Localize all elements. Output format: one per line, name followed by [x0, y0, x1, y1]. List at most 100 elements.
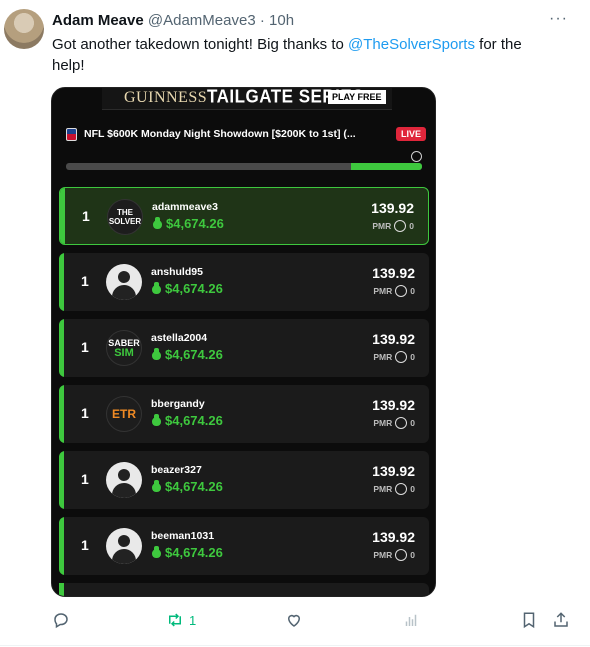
contest-progress-bar: [66, 151, 422, 170]
pmr: PMR 0: [372, 220, 414, 232]
etr-logo-avatar: ETR: [106, 396, 142, 432]
pmr-label: PMR: [373, 484, 393, 494]
sabersim-logo: SABER SIM: [108, 338, 140, 359]
pmr-label: PMR: [373, 550, 393, 560]
heart-icon[interactable]: [285, 610, 303, 630]
rank: 1: [81, 339, 89, 355]
default-avatar-icon: [106, 528, 142, 564]
leaderboard-row: 1 ETR bbergandy $4,674.26 139.92 PMR 0: [59, 385, 429, 443]
money-bag-icon: [151, 348, 161, 360]
sponsor-banner: GUINNESS TAILGATE SERIES PLAY FREE: [102, 88, 392, 110]
leaderboard-row: 1 THE SOLVER adammeave3 $4,674.26 139.92…: [59, 187, 429, 245]
pmr-value: 0: [410, 352, 415, 362]
money-bag-icon: [151, 282, 161, 294]
pmr-value: 0: [410, 418, 415, 428]
prize: $4,674.26: [152, 216, 224, 231]
prize-amount: $4,674.26: [165, 545, 223, 560]
separator: ·: [259, 12, 265, 29]
more-icon[interactable]: ···: [549, 10, 568, 28]
prize: $4,674.26: [151, 545, 223, 560]
score: 139.92: [372, 331, 415, 347]
nfl-shield-icon: [66, 128, 77, 141]
thesolver-logo-text: THE SOLVER: [108, 208, 142, 226]
pmr: PMR 0: [373, 417, 415, 429]
username: beeman1031: [151, 530, 215, 542]
rank: 1: [82, 208, 90, 224]
prize: $4,674.26: [151, 413, 223, 428]
retweet-icon: [169, 613, 181, 627]
retweet-button[interactable]: 1: [166, 610, 196, 630]
rank: 1: [81, 405, 89, 421]
pmr-value: 0: [410, 484, 415, 494]
score: 139.92: [371, 200, 414, 216]
prize-amount: $4,674.26: [165, 479, 223, 494]
pmr: PMR 0: [373, 285, 415, 297]
tweet-time[interactable]: 10h: [269, 12, 294, 29]
leaderboard-row: 1 beeman1031 $4,674.26 139.92 PMR 0: [59, 517, 429, 575]
pmr: PMR 0: [373, 549, 415, 561]
rank: 1: [81, 471, 89, 487]
mention-link[interactable]: @TheSolverSports: [348, 36, 475, 53]
username: bbergandy: [151, 398, 205, 410]
leaderboard-row: 1 beazer327 $4,674.26 139.92 PMR 0: [59, 451, 429, 509]
prize-amount: $4,674.26: [165, 347, 223, 362]
pmr-label: PMR: [373, 418, 393, 428]
prize: $4,674.26: [151, 347, 223, 362]
live-badge: LIVE: [395, 127, 426, 141]
rank: 1: [81, 273, 89, 289]
sabersim-logo-avatar: SABER SIM: [106, 330, 142, 366]
contest-title: NFL $600K Monday Night Showdown [$200K t…: [84, 128, 356, 140]
author-avatar[interactable]: [4, 9, 44, 49]
prize-amount: $4,674.26: [166, 216, 224, 231]
prize: $4,674.26: [151, 479, 223, 494]
username: beazer327: [151, 464, 202, 476]
default-avatar-icon: [106, 264, 142, 300]
username: astella2004: [151, 332, 208, 344]
progress-indicator-icon: [411, 151, 422, 162]
tweet-text: Got another takedown tonight! Big thanks…: [52, 34, 552, 76]
author-handle[interactable]: @AdamMeave3: [148, 12, 256, 29]
score: 139.92: [372, 463, 415, 479]
leaderboard-row: 1 anshuld95 $4,674.26 139.92 PMR 0: [59, 253, 429, 311]
pmr-label: PMR: [372, 221, 392, 231]
leaderboard-row-partial: [59, 583, 429, 596]
author-name[interactable]: Adam Meave: [52, 12, 144, 29]
username: anshuld95: [151, 266, 203, 278]
bookmark-icon[interactable]: [520, 610, 538, 630]
money-bag-icon: [151, 414, 161, 426]
banner-brand: GUINNESS: [124, 89, 208, 106]
sabersim-logo-line2: SIM: [114, 347, 134, 359]
divider: [0, 645, 590, 646]
tweet-image[interactable]: GUINNESS TAILGATE SERIES PLAY FREE NFL $…: [51, 87, 436, 597]
money-bag-icon: [152, 217, 162, 229]
prize-amount: $4,674.26: [165, 281, 223, 296]
tweet[interactable]: Adam Meave @AdamMeave3 · 10h ··· Got ano…: [0, 0, 590, 647]
analytics-icon[interactable]: [402, 610, 420, 630]
username: adammeave3: [152, 201, 218, 213]
score: 139.92: [372, 265, 415, 281]
tweet-text-before: Got another takedown tonight! Big thanks…: [52, 36, 349, 53]
score: 139.92: [372, 397, 415, 413]
share-icon[interactable]: [552, 610, 570, 630]
thesolver-logo-avatar: THE SOLVER: [107, 199, 143, 235]
reply-icon[interactable]: [52, 610, 70, 630]
default-avatar-icon: [106, 462, 142, 498]
pmr-ring-icon: [395, 351, 408, 363]
contest-header: NFL $600K Monday Night Showdown [$200K t…: [66, 126, 426, 144]
pmr-ring-icon: [395, 417, 408, 429]
pmr-ring-icon: [395, 483, 408, 495]
pmr: PMR 0: [373, 351, 415, 363]
pmr: PMR 0: [373, 483, 415, 495]
pmr-ring-icon: [394, 220, 407, 232]
pmr-label: PMR: [373, 286, 393, 296]
prize-amount: $4,674.26: [165, 413, 223, 428]
money-bag-icon: [151, 546, 161, 558]
pmr-label: PMR: [373, 352, 393, 362]
pmr-value: 0: [410, 286, 415, 296]
prize: $4,674.26: [151, 281, 223, 296]
pmr-ring-icon: [395, 285, 408, 297]
retweet-count: 1: [189, 612, 197, 628]
etr-logo: ETR: [112, 406, 136, 421]
money-bag-icon: [151, 480, 161, 492]
tweet-actions: 1: [52, 610, 572, 632]
